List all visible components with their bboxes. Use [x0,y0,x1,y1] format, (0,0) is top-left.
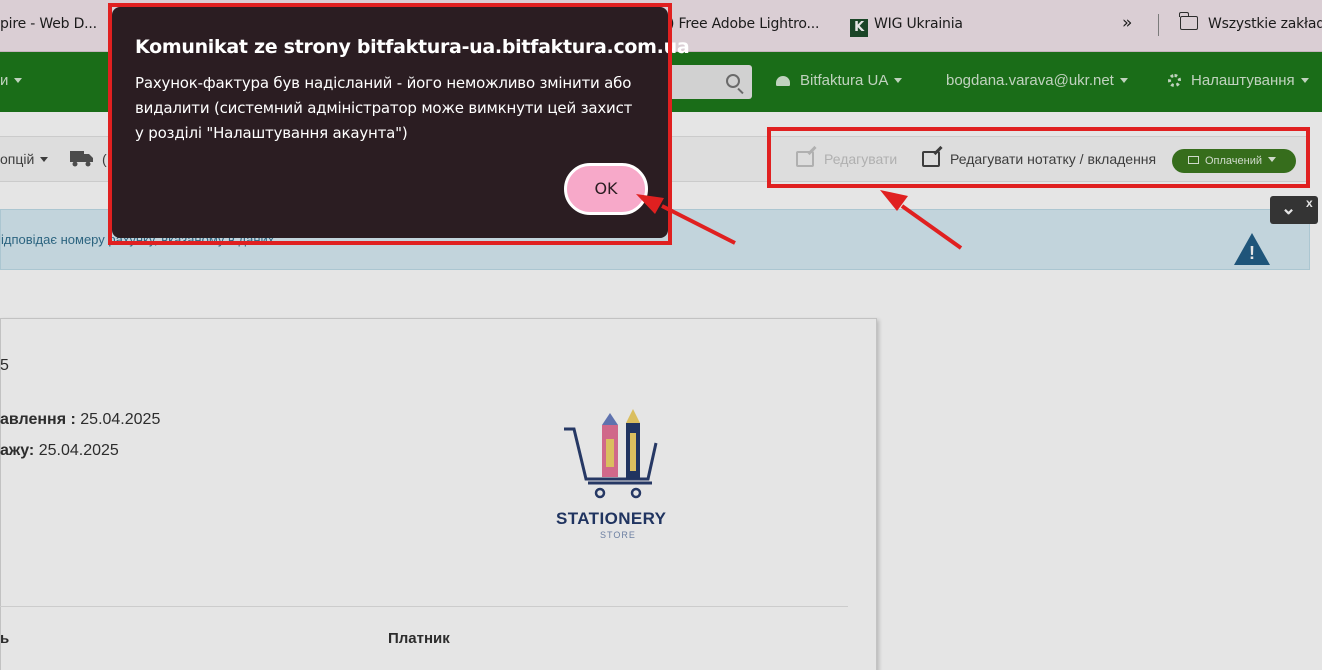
sale-date-label: ажу: [0,442,35,459]
close-icon[interactable]: x [1306,196,1313,210]
gear-icon [1168,74,1181,87]
arrow-head-toolbar [880,190,908,211]
bookmark-item[interactable]: pire - Web D... [0,16,97,32]
sale-date-row: ажу: 25.04.2025 [0,442,119,460]
sale-date-value: 25.04.2025 [38,442,119,459]
chevron-down-icon [894,78,903,83]
chevron-down-icon [40,157,49,162]
bookmark-wig-ukrainia[interactable]: K WIG Ukrainia [850,16,963,37]
issue-date-label: авлення : [0,411,76,428]
status-paid-button[interactable]: Оплачений [1172,149,1296,173]
edit-icon [796,151,814,167]
warning-mark: ! [1249,243,1255,263]
edit-icon [922,151,940,167]
chevron-down-icon [14,78,23,83]
bookmark-separator [1158,14,1159,36]
issue-date-value: 25.04.2025 [80,411,161,428]
chevron-down-icon [1300,78,1309,83]
dialog-title: Komunikat ze strony bitfaktura-ua.bitfak… [135,36,690,58]
invoice-document [0,318,877,670]
edit-button[interactable]: Редагувати [796,151,897,167]
chevron-down-icon[interactable]: ⌄ [1281,198,1296,219]
status-label: Оплачений [1205,155,1263,167]
company-dropdown[interactable]: Bitfaktura UA [776,72,903,89]
k-logo-icon: K [850,19,868,37]
bookmark-label: WIG Ukrainia [874,16,963,32]
truck-icon[interactable] [70,149,94,167]
edit-note-button[interactable]: Редагувати нотатку / вкладення [922,151,1156,167]
user-dropdown[interactable]: bogdana.varava@ukr.net [946,72,1128,89]
settings-label: Налаштування [1191,72,1295,89]
user-email: bogdana.varava@ukr.net [946,72,1114,89]
invoice-number: 5 [0,357,9,374]
envelope-icon [1188,156,1199,164]
options-label: опцій [0,151,35,167]
edit-note-label: Редагувати нотатку / вкладення [950,151,1157,167]
bookmarks-overflow-button[interactable]: » [1122,13,1132,33]
chevron-down-icon [1268,157,1277,162]
divider [0,606,848,607]
folder-icon [1179,12,1198,30]
bookmark-folder-all[interactable]: Wszystkie zakładk [1179,12,1322,32]
dashboard-icon [776,76,790,86]
browser-alert-dialog: Komunikat ze strony bitfaktura-ua.bitfak… [112,7,690,238]
search-icon[interactable] [726,74,740,88]
options-dropdown[interactable]: опцій [0,151,49,167]
nav-menu-item[interactable]: и [0,72,23,89]
ok-button[interactable]: OK [564,163,648,215]
logo-title: STATIONERY [556,509,667,528]
settings-dropdown[interactable]: Налаштування [1168,72,1309,89]
toolbar-fragment[interactable]: ( [102,151,107,167]
edit-label: Редагувати [824,151,898,167]
dialog-message: Рахунок-фактура був надісланий - його не… [135,74,633,142]
chevron-down-icon [1119,78,1128,83]
seller-heading: ь [0,630,10,647]
issue-date-row: авлення : 25.04.2025 [0,411,160,429]
company-label: Bitfaktura UA [800,72,889,89]
bookmark-item[interactable]: ) Free Adobe Lightro... [669,16,819,32]
collapse-toggle[interactable]: ⌄ x [1270,196,1318,224]
payer-heading: Платник [388,630,450,647]
nav-menu-label: и [0,72,9,89]
bookmark-folder-label: Wszystkie zakładk [1208,16,1322,32]
logo-subtitle: STORE [600,530,636,540]
